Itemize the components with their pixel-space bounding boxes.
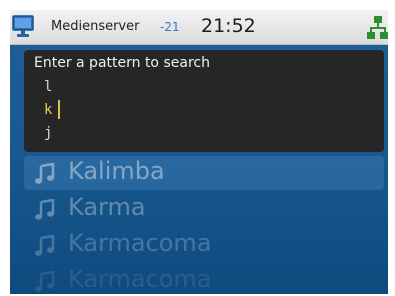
song-title: Karma <box>68 193 146 221</box>
text-cursor <box>58 100 60 119</box>
network-icon <box>367 16 388 39</box>
clock: 21:52 <box>201 15 256 37</box>
letter-next[interactable]: j <box>44 125 52 141</box>
search-prompt: Enter a pattern to search <box>34 55 210 71</box>
music-note-icon <box>35 235 55 256</box>
monitor-icon <box>12 15 34 37</box>
app-title: Medienserver <box>51 19 140 34</box>
music-note-icon <box>35 163 55 184</box>
song-item[interactable]: Karmacoma <box>24 228 384 262</box>
search-panel: Enter a pattern to search l k j <box>24 50 384 152</box>
song-title: Karmacoma <box>68 265 212 293</box>
song-title: Karmacoma <box>68 229 212 257</box>
song-title: Kalimba <box>68 157 165 185</box>
signal-strength: -21 <box>160 20 180 34</box>
music-note-icon <box>35 271 55 292</box>
song-item[interactable]: Karmacoma <box>24 264 384 294</box>
app-screen: Medienserver -21 21:52 Enter a pattern t… <box>10 10 388 294</box>
letter-current[interactable]: k <box>44 102 52 118</box>
song-item[interactable]: Kalimba <box>24 156 384 190</box>
music-note-icon <box>35 199 55 220</box>
status-bar: Medienserver -21 21:52 <box>10 10 388 45</box>
song-item[interactable]: Karma <box>24 192 384 226</box>
letter-previous[interactable]: l <box>44 79 52 95</box>
